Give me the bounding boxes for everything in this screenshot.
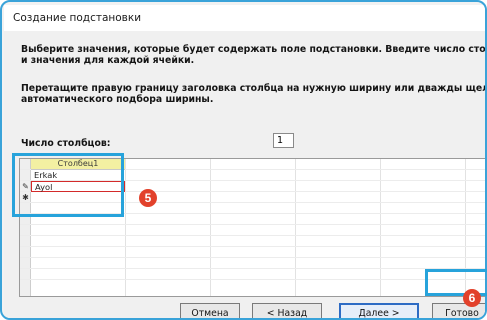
- cancel-button[interactable]: Отмена: [180, 303, 240, 318]
- grid-line: [20, 224, 485, 225]
- instruction-line-2: и значения для каждой ячейки.: [21, 55, 195, 66]
- grid-line: [20, 246, 485, 247]
- back-button[interactable]: < Назад: [252, 303, 322, 318]
- grid-highlight-callout: [12, 153, 124, 217]
- grid-line: [20, 279, 485, 280]
- instruction-line-4: автоматического подбора ширины.: [21, 94, 214, 105]
- instruction-line-3: Перетащите правую границу заголовка стол…: [21, 83, 485, 94]
- column-count-label: Число столбцов:: [21, 138, 111, 149]
- finish-button[interactable]: Готово: [432, 303, 485, 318]
- grid-line: [20, 268, 485, 269]
- instruction-line-1: Выберите значения, которые будет содержа…: [21, 44, 486, 55]
- instruction-text-1: Выберите значения, которые будет содержа…: [21, 44, 486, 66]
- grid-line: [20, 257, 485, 258]
- next-button[interactable]: Далее >: [339, 303, 419, 318]
- title-bar: Создание подстановки: [4, 5, 485, 31]
- grid-line: [20, 235, 485, 236]
- column-count-input[interactable]: 1: [273, 133, 294, 148]
- instruction-text-2: Перетащите правую границу заголовка стол…: [21, 83, 485, 105]
- window-title: Создание подстановки: [13, 12, 142, 24]
- callout-badge-6: 6: [463, 289, 481, 307]
- callout-badge-5: 5: [139, 189, 157, 207]
